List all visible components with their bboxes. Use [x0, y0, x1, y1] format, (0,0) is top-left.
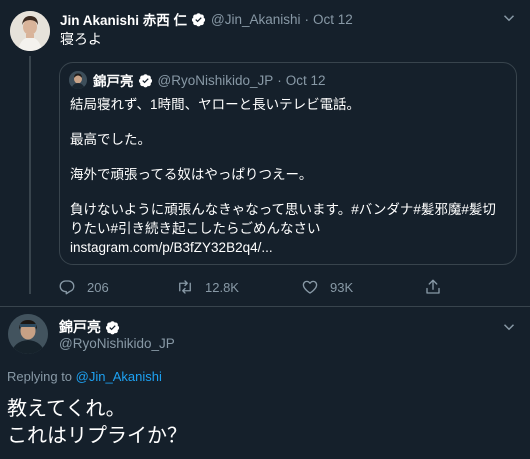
quoted-link[interactable]: instagram.com/p/B3fZY32B2q4/... [70, 240, 273, 255]
share-icon [426, 279, 440, 294]
reply-text-line: これはリプライか？ [7, 425, 187, 447]
verified-badge-icon [138, 73, 152, 87]
tweet-text: 寝ろよ [60, 31, 102, 47]
tweet-header: Jin Akanishi 赤西 仁 @Jin_Akanishi · Oct 12 [60, 9, 353, 29]
reply-author-name[interactable]: 錦戸亮 [59, 317, 101, 337]
author-handle[interactable]: @Jin_Akanishi [211, 12, 301, 27]
tweet-actions: 206 12.8K 93K [58, 276, 458, 298]
verified-badge-icon [191, 12, 206, 26]
avatar-photo [8, 314, 48, 354]
separator-dot: · [277, 72, 282, 88]
quoted-tweet-text: 結局寝れず、1時間、ヤローと長いテレビ電話。 最高でした。 海外で頑張ってる奴は… [70, 95, 508, 257]
reply-avatar[interactable] [8, 314, 48, 354]
share-button[interactable] [424, 276, 453, 298]
quoted-avatar [69, 71, 87, 89]
thread-connector-line [29, 56, 31, 294]
quoted-tweet-header: 錦戸亮 @RyoNishikido_JP · Oct 12 [93, 71, 326, 90]
avatar-photo [69, 71, 87, 89]
chevron-down-icon[interactable] [500, 318, 518, 336]
like-button[interactable]: 93K [301, 276, 353, 298]
quoted-tweet-date: Oct 12 [285, 72, 326, 88]
chevron-down-icon[interactable] [500, 9, 518, 27]
quoted-text-line: 海外で頑張ってる奴はやっぱりつえー。 [70, 167, 313, 182]
avatar[interactable] [10, 11, 50, 51]
author-name[interactable]: Jin Akanishi 赤西 仁 [60, 9, 187, 29]
verified-badge-icon [105, 320, 120, 334]
reply-text: 教えてくれ。 これはリプライか？ [7, 396, 187, 450]
original-tweet[interactable]: Jin Akanishi 赤西 仁 @Jin_Akanishi · Oct 12… [0, 0, 530, 308]
quoted-text-line: 結局寝れず、1時間、ヤローと長いテレビ電話。 [70, 97, 361, 112]
replying-to-label: Replying to [7, 369, 73, 384]
quoted-tweet-card[interactable]: 錦戸亮 @RyoNishikido_JP · Oct 12 結局寝れず、1時間、… [59, 62, 517, 265]
quoted-author-name: 錦戸亮 [93, 74, 134, 89]
reply-author-handle[interactable]: @RyoNishikido_JP [59, 336, 175, 351]
reply-button[interactable]: 206 [58, 276, 109, 298]
reply-text-line: 教えてくれ。 [7, 398, 126, 420]
quoted-text-line: 負けないように頑張んなきゃなって思います。#バンダナ#髪邪魔#髪切 [70, 202, 496, 217]
like-count: 93K [330, 279, 354, 295]
tweet-thread-view: Jin Akanishi 赤西 仁 @Jin_Akanishi · Oct 12… [0, 0, 530, 459]
quoted-author-handle: @RyoNishikido_JP [157, 72, 274, 88]
retweet-button[interactable]: 12.8K [176, 276, 239, 298]
avatar-photo [10, 11, 50, 51]
separator-dot: · [304, 11, 310, 27]
replying-to-mention[interactable]: @Jin_Akanishi [76, 369, 162, 384]
quoted-text-paragraph: 負けないように頑張んなきゃなって思います。#バンダナ#髪邪魔#髪切 りたい#引き… [70, 200, 508, 257]
tweet-date[interactable]: Oct 12 [313, 12, 353, 27]
divider [0, 306, 530, 307]
retweet-icon [179, 280, 191, 294]
quoted-text-line: りたい#引き続き起こしたらごめんなさい [70, 221, 321, 236]
reply-count: 206 [87, 279, 109, 295]
retweet-count: 12.8K [205, 279, 239, 295]
heart-icon [302, 280, 318, 294]
replying-to-line: Replying to @Jin_Akanishi [7, 369, 162, 384]
reply-header: 錦戸亮 [59, 318, 125, 336]
reply-icon [59, 280, 75, 295]
quoted-text-line: 最高でした。 [70, 132, 151, 147]
